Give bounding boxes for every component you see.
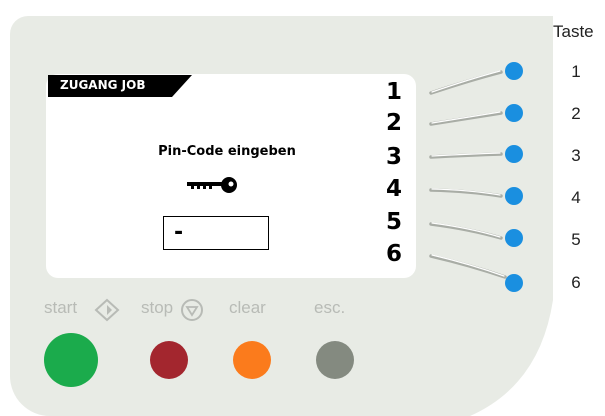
start-button[interactable] — [44, 333, 98, 387]
clear-label: clear — [229, 298, 266, 317]
clear-button[interactable] — [233, 341, 271, 379]
start-label: start — [44, 298, 78, 317]
softkey-button-6[interactable] — [505, 274, 523, 292]
taste-number-2: 2 — [571, 104, 581, 123]
key-icon — [187, 177, 237, 193]
softkey-button-3[interactable] — [505, 145, 523, 163]
taste-title: Taste — [553, 22, 594, 41]
stop-button[interactable] — [150, 341, 188, 379]
softkey-number-6: 6 — [385, 241, 402, 267]
softkey-button-4[interactable] — [505, 187, 523, 205]
screen-title: ZUGANG JOB — [60, 78, 146, 92]
esc-label: esc. — [314, 298, 346, 317]
diamond-arrow-icon — [94, 298, 120, 322]
softkey-button-1[interactable] — [505, 62, 523, 80]
lcd-screen: ZUGANG JOB Pin-Code eingeben - 1 2 3 4 5… — [46, 74, 416, 278]
softkey-number-4: 4 — [385, 176, 402, 202]
softkey-number-3: 3 — [385, 144, 402, 170]
pin-input-value: - — [174, 220, 184, 245]
softkey-number-2: 2 — [385, 110, 402, 136]
taste-number-5: 5 — [571, 230, 581, 249]
softkey-button-5[interactable] — [505, 229, 523, 247]
pin-input[interactable]: - — [163, 216, 269, 250]
taste-number-4: 4 — [571, 188, 581, 207]
softkey-button-2[interactable] — [505, 104, 523, 122]
stop-label: stop — [141, 298, 174, 317]
softkey-number-1: 1 — [385, 79, 402, 105]
stop-triangle-icon — [181, 299, 203, 321]
softkey-number-5: 5 — [385, 209, 402, 235]
esc-button[interactable] — [316, 341, 354, 379]
taste-number-1: 1 — [571, 62, 581, 81]
pin-prompt: Pin-Code eingeben — [158, 144, 296, 159]
taste-number-3: 3 — [571, 146, 581, 165]
taste-number-6: 6 — [571, 273, 581, 292]
